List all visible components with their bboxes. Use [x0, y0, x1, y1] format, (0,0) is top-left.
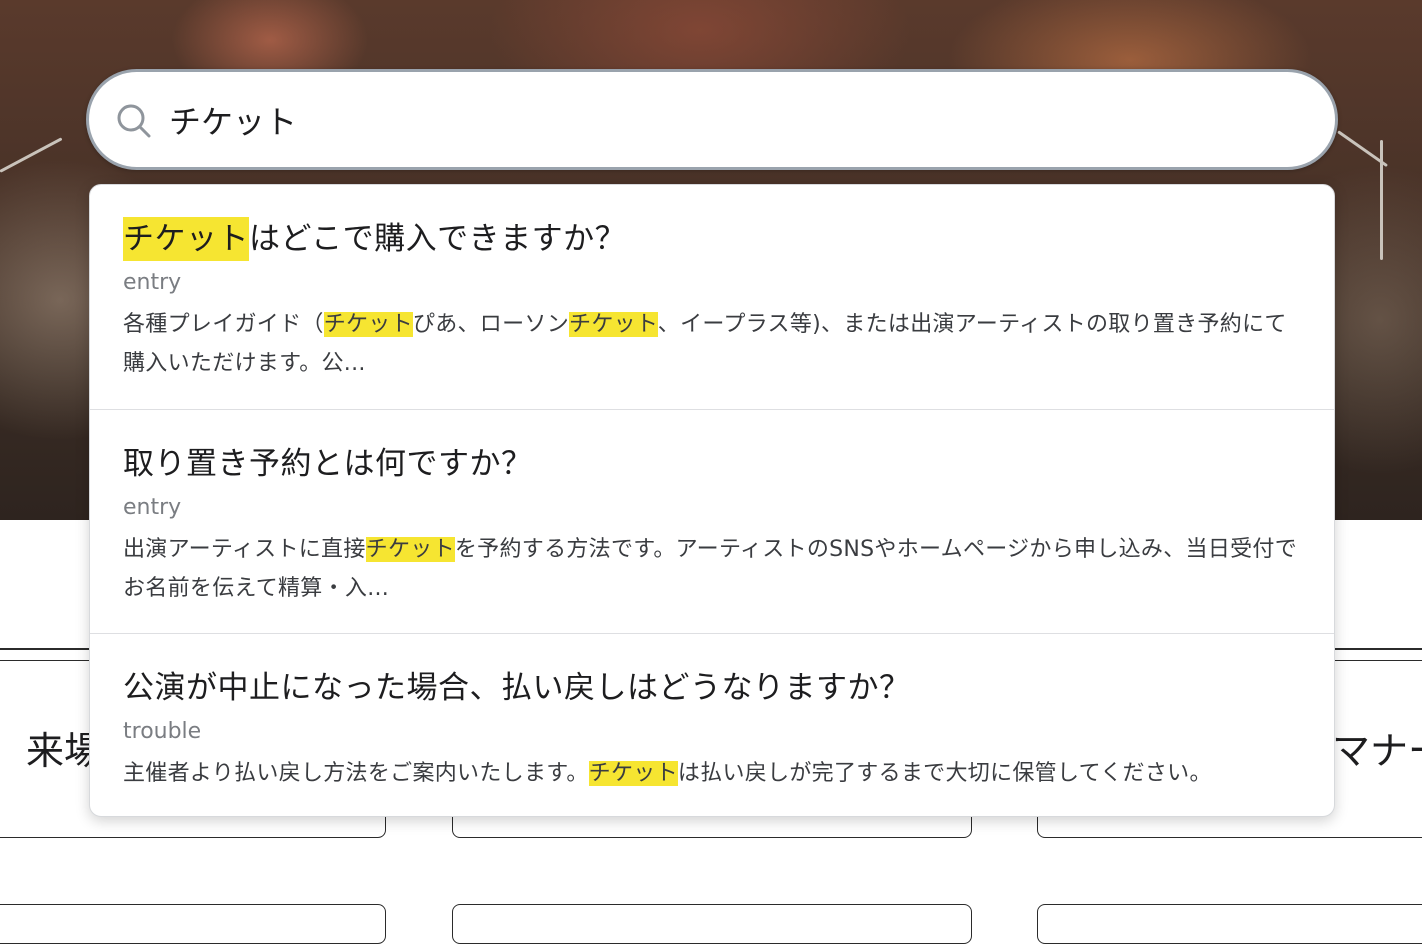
result-category: trouble — [123, 719, 202, 744]
category-card-manners-title: マナー — [1332, 729, 1422, 773]
search-icon — [117, 104, 151, 138]
result-title-highlight: チケット — [123, 217, 249, 261]
search-result-item[interactable]: 公演が中止になった場合、払い戻しはどうなりますか？ trouble 主催者より払… — [90, 633, 1334, 816]
result-snippet: 主催者より払い戻し方法をご案内いたします。チケットは払い戻しが完了するまで大切に… — [123, 761, 1212, 786]
mic-stand-pole — [1380, 140, 1383, 260]
search-bar[interactable] — [86, 69, 1338, 170]
search-result-item[interactable]: チケットはどこで購入できますか？ entry 各種プレイガイド（チケットぴあ、ロ… — [90, 185, 1334, 409]
result-title: チケットはどこで購入できますか？ — [123, 213, 626, 261]
search-input[interactable] — [169, 94, 1309, 146]
result-snippet: 各種プレイガイド（チケットぴあ、ローソンチケット、イープラス等)、または出演アー… — [123, 312, 1287, 376]
search-result-item[interactable]: 取り置き予約とは何ですか？ entry 出演アーティストに直接チケットを予約する… — [90, 409, 1334, 633]
category-card-row2-middle[interactable] — [452, 904, 972, 944]
result-category: entry — [123, 270, 182, 295]
result-snippet: 出演アーティストに直接チケットを予約する方法です。アーティストのSNSやホームペ… — [123, 537, 1298, 601]
mic-stand-left — [0, 137, 63, 173]
result-title: 取り置き予約とは何ですか？ — [123, 446, 533, 482]
category-card-row2-left[interactable] — [0, 904, 386, 944]
result-title: 公演が中止になった場合、払い戻しはどうなりますか？ — [123, 670, 911, 706]
category-card-row2-right[interactable] — [1037, 904, 1422, 944]
result-category: entry — [123, 495, 182, 520]
search-suggestions-dropdown: チケットはどこで購入できますか？ entry 各種プレイガイド（チケットぴあ、ロ… — [89, 184, 1335, 817]
